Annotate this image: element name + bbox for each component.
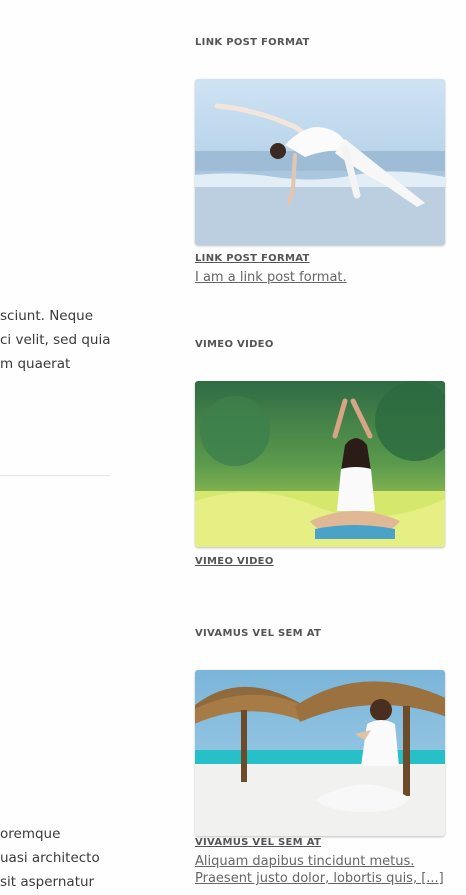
post-excerpt-link[interactable]: I am a link post format. — [195, 269, 347, 286]
post-title-link-post-format[interactable]: LINK POST FORMAT — [195, 253, 310, 264]
yoga-beach-huts-icon — [195, 670, 445, 836]
excerpt-line: m quaerat — [0, 356, 71, 372]
widget-heading-link-post-format: LINK POST FORMAT — [195, 37, 310, 48]
post-excerpt-vivamus[interactable]: Aliquam dapibus tincidunt metus. Praesen… — [195, 853, 444, 887]
excerpt-line: Praesent justo dolor, lobortis quis, [..… — [195, 871, 444, 886]
yoga-beach-stretch-icon — [195, 79, 445, 245]
excerpt-line: uasi architecto — [0, 850, 100, 866]
yoga-meadow-meditation-icon — [195, 381, 445, 547]
yoga-beach-stretch-image[interactable] — [195, 79, 445, 245]
main-content-column: sciunt. Neque ci velit, sed quia m quaer… — [0, 0, 110, 895]
excerpt-line: Aliquam dapibus tincidunt metus. — [195, 854, 415, 869]
yoga-meadow-meditation-image[interactable] — [195, 381, 445, 547]
widget-heading-vimeo-video: VIMEO VIDEO — [195, 339, 274, 350]
widget-heading-vivamus-vel-sem-at: VIVAMUS VEL SEM AT — [195, 628, 322, 639]
excerpt-line: sit aspernatur — [0, 874, 95, 890]
post-divider — [0, 475, 110, 476]
post-excerpt-top: sciunt. Neque ci velit, sed quia m quaer… — [0, 304, 110, 376]
post-excerpt-bottom: oremque uasi architecto sit aspernatur — [0, 822, 100, 894]
post-title-vivamus-vel-sem-at[interactable]: VIVAMUS VEL SEM AT — [195, 837, 321, 848]
excerpt-line: ci velit, sed quia — [0, 332, 110, 348]
yoga-beach-huts-image[interactable] — [195, 670, 445, 836]
post-title-vimeo-video[interactable]: VIMEO VIDEO — [195, 556, 274, 567]
excerpt-line: oremque — [0, 826, 61, 842]
excerpt-line: sciunt. Neque — [0, 308, 94, 324]
